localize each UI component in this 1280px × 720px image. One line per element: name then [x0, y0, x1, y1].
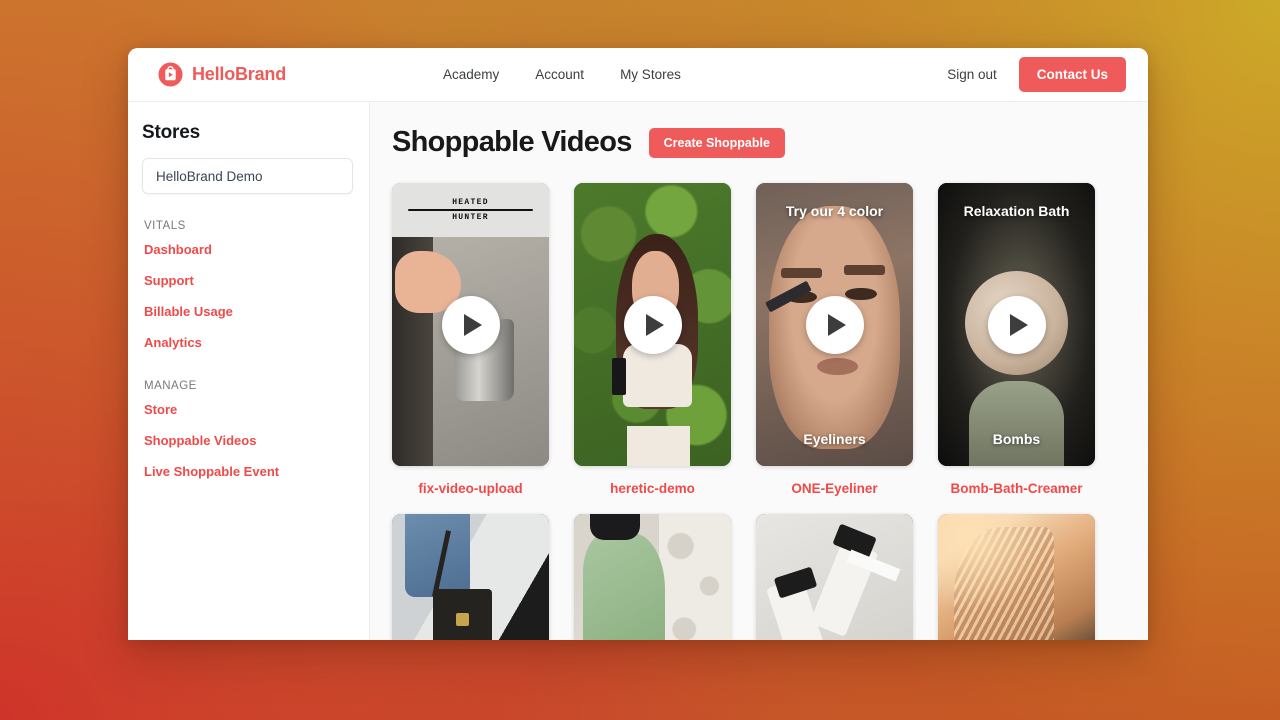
video-thumbnail[interactable] [392, 514, 549, 640]
video-thumbnail[interactable]: Relaxation Bath Bombs [938, 183, 1095, 466]
video-title-link[interactable]: ONE-Eyeliner [756, 466, 913, 514]
sidebar-title: Stores [142, 122, 200, 143]
sidebar: Stores HelloBrand Demo VITALS Dashboard … [128, 102, 370, 640]
top-navigation-bar: HelloBrand Academy Account My Stores Sig… [128, 48, 1148, 102]
video-grid-row-1: HEATED HUNTER fix-video-upload heretic-d… [392, 183, 1148, 514]
store-select-value: HelloBrand Demo [156, 168, 263, 184]
shopping-bag-play-icon [158, 62, 183, 87]
banner-line-2: HUNTER [452, 212, 489, 222]
contact-us-button[interactable]: Contact Us [1018, 57, 1126, 92]
video-card[interactable]: Try our 4 color Eyeliners ONE-Eyeliner [756, 183, 913, 514]
sidebar-item-analytics[interactable]: Analytics [144, 335, 353, 350]
sidebar-item-store[interactable]: Store [144, 402, 353, 417]
video-card[interactable]: heretic-demo [574, 183, 731, 514]
video-thumbnail[interactable] [938, 514, 1095, 640]
video-thumbnail[interactable] [756, 514, 913, 640]
video-thumbnail[interactable] [574, 514, 731, 640]
play-icon[interactable] [623, 295, 682, 354]
page-title: Shoppable Videos [392, 126, 632, 158]
thumbnail-image [756, 514, 913, 640]
app-body: Stores HelloBrand Demo VITALS Dashboard … [128, 102, 1148, 640]
video-card[interactable] [938, 514, 1095, 640]
sidebar-item-billable-usage[interactable]: Billable Usage [144, 304, 353, 319]
sidebar-group-vitals: VITALS Dashboard Support Billable Usage … [142, 220, 353, 350]
play-icon[interactable] [987, 295, 1046, 354]
sign-out-link[interactable]: Sign out [947, 67, 997, 82]
thumbnail-overlay-top: Relaxation Bath [963, 203, 1070, 219]
video-thumbnail[interactable] [574, 183, 731, 466]
thumbnail-image [938, 514, 1095, 640]
brand-name: HelloBrand [192, 64, 287, 84]
video-thumbnail[interactable]: HEATED HUNTER [392, 183, 549, 466]
main-content: Shoppable Videos Create Shoppable HEATED [370, 102, 1148, 640]
video-thumbnail[interactable]: Try our 4 color Eyeliners [756, 183, 913, 466]
video-card[interactable]: HEATED HUNTER fix-video-upload [392, 183, 549, 514]
sidebar-item-dashboard[interactable]: Dashboard [144, 242, 353, 257]
thumbnail-overlay-bottom: Bombs [992, 431, 1041, 448]
thumbnail-overlay-top: Try our 4 color [785, 203, 884, 219]
video-card[interactable]: Relaxation Bath Bombs Bomb-Bath-Creamer [938, 183, 1095, 514]
banner-line-1: HEATED [452, 197, 489, 207]
nav-link-academy[interactable]: Academy [443, 67, 499, 82]
play-icon[interactable] [805, 295, 864, 354]
video-title-link[interactable]: Bomb-Bath-Creamer [938, 466, 1095, 514]
thumbnail-overlay-bottom: Eyeliners [803, 431, 866, 448]
nav-link-account[interactable]: Account [535, 67, 584, 82]
play-icon[interactable] [441, 295, 500, 354]
browser-window: HelloBrand Academy Account My Stores Sig… [128, 48, 1148, 640]
sidebar-item-support[interactable]: Support [144, 273, 353, 288]
page-header: Shoppable Videos Create Shoppable [392, 126, 1148, 159]
video-title-link[interactable]: fix-video-upload [392, 466, 549, 514]
video-card[interactable] [392, 514, 549, 640]
sidebar-heading-vitals: VITALS [144, 220, 186, 232]
sidebar-group-manage: MANAGE Store Shoppable Videos Live Shopp… [142, 380, 353, 479]
primary-nav: Academy Account My Stores [443, 67, 681, 82]
thumbnail-image [574, 514, 731, 640]
brand-logo[interactable]: HelloBrand [158, 62, 398, 87]
sidebar-item-live-shoppable-event[interactable]: Live Shoppable Event [144, 464, 353, 479]
video-grid-row-2 [392, 514, 1148, 640]
video-card[interactable] [756, 514, 913, 640]
sidebar-item-shoppable-videos[interactable]: Shoppable Videos [144, 433, 353, 448]
create-shoppable-button[interactable]: Create Shoppable [648, 127, 785, 158]
thumbnail-image [392, 514, 549, 640]
top-bar-actions: Sign out Contact Us [947, 57, 1126, 92]
sidebar-heading-manage: MANAGE [144, 380, 197, 392]
video-card[interactable] [574, 514, 731, 640]
thumbnail-banner: HEATED HUNTER [392, 183, 549, 237]
store-select-input[interactable]: HelloBrand Demo [142, 158, 353, 194]
nav-link-my-stores[interactable]: My Stores [620, 67, 681, 82]
video-title-link[interactable]: heretic-demo [574, 466, 731, 514]
